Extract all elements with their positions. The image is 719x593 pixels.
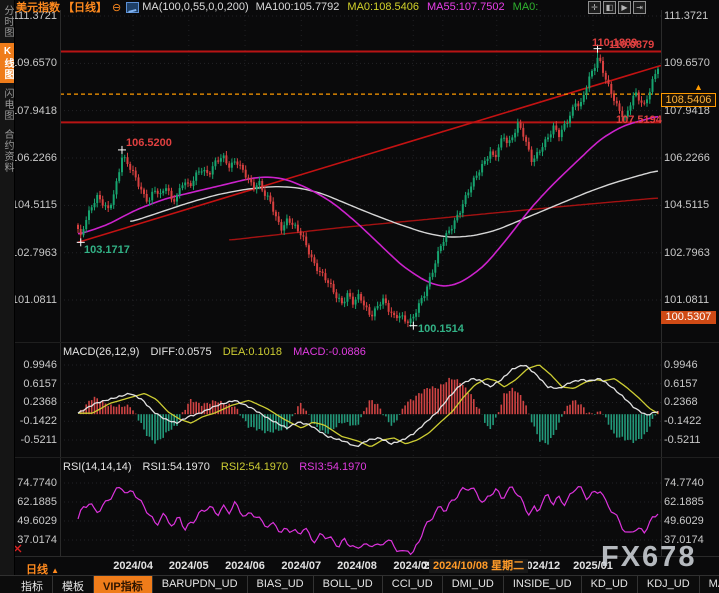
current-price-badge: 108.5406 (661, 93, 716, 107)
ma-value-label: MA55:107.7502 (427, 1, 505, 13)
price-tick-label: 102.7963 (664, 247, 719, 260)
rsi-header: RSI(14,14,14) RSI1:54.1970 RSI2:54.1970 … (63, 461, 367, 473)
panel-separator-rsi (14, 457, 719, 458)
low-price-badge: 100.5307 (661, 311, 716, 324)
date-tick-label: 2024/08 (329, 560, 385, 572)
bottom-toolbar: 指标模板VIP指标BARUPDN_UDBIAS_UDBOLL_UDCCI_UDD… (0, 575, 719, 593)
period-tag: 【日线】 (63, 0, 107, 15)
toolbar-item-VIP指标[interactable]: VIP指标 (94, 576, 153, 593)
macd-dea-value: DEA:0.1018 (223, 346, 282, 358)
sidebar-tab-合约资料[interactable]: 合约资料 (0, 126, 14, 176)
ma-value-label: MA0:108.5406 (347, 1, 419, 13)
macd-hist-value: MACD:-0.0886 (293, 346, 366, 358)
period-selector-arrow-icon: ▲ (51, 566, 59, 575)
rsi1-value: RSI1:54.1970 (143, 461, 210, 473)
price-tick-label: 101.0811 (664, 294, 719, 307)
sidebar-tab-闪电图[interactable]: 闪电图 (0, 85, 14, 124)
high-price-label: 110.1889 (592, 37, 637, 49)
panel-separator-macd (14, 342, 719, 343)
price-tick-label: 109.6570 (664, 57, 719, 70)
collapse-icon[interactable]: ⊖ (112, 1, 121, 14)
macd-header: MACD(26,12,9) DIFF:0.0575 DEA:0.1018 MAC… (63, 346, 366, 358)
chart-tool-icons: ✛◧▶⇥ (586, 1, 646, 14)
rsi-tick-label: 49.6029 (664, 515, 719, 528)
support-price-label: 107.5194 (616, 114, 662, 126)
toolbar-item-KDJUD[interactable]: KDJ_UD (638, 576, 700, 593)
toolbar-item-模板[interactable]: 模板 (53, 576, 94, 593)
symbol-title: 美元指数 (16, 0, 60, 15)
price-tick-label: 106.2266 (664, 152, 719, 165)
price-tick-label: 104.5115 (664, 199, 719, 212)
plot-right-border (661, 10, 662, 556)
toolbar-item-KDUD[interactable]: KD_UD (582, 576, 638, 593)
toolbar-item-MAUD[interactable]: MA_UD (700, 576, 719, 593)
april-peak-label: 106.5200 (126, 137, 172, 149)
macd-tick-label: -0.1422 (664, 415, 719, 428)
date-tick-label: 2024/04 (105, 560, 161, 572)
macd-title: MACD(26,12,9) (63, 346, 139, 358)
sidebar-tab-分时图[interactable]: 分时图 (0, 2, 14, 41)
date-tick-label: 2024/07 (273, 560, 329, 572)
rsi-tick-label: 74.7740 (664, 477, 719, 490)
rsi-tick-label: 62.1885 (664, 496, 719, 509)
rsi3-value: RSI3:54.1970 (299, 461, 366, 473)
indicator-chart-icon (126, 2, 139, 13)
toolbar-item-INSIDEUD[interactable]: INSIDE_UD (504, 576, 582, 593)
toolbar-item-指标[interactable]: 指标 (12, 576, 53, 593)
date-tick-label: 2024/05 (161, 560, 217, 572)
rsi-title: RSI(14,14,14) (63, 461, 131, 473)
bottom-low-label: 100.1514 (418, 323, 464, 335)
plot-left-border (60, 10, 61, 556)
ma-value-label: MA0: (513, 1, 539, 13)
price-marker-arrow-icon: ▲ (694, 82, 703, 92)
macd-diff-value: DIFF:0.0575 (150, 346, 211, 358)
start-low-label: 103.1717 (84, 244, 130, 256)
app-window: 分时图 K线图闪电图合约资料 美元指数 【日线】 ⊖ MA(100,0,55,0,… (0, 0, 719, 593)
rsi2-value: RSI2:54.1970 (221, 461, 288, 473)
expand-icon[interactable]: ⇥ (633, 1, 646, 14)
price-tick-label: 111.3721 (664, 10, 719, 23)
macd-tick-label: 0.6157 (664, 378, 719, 391)
split-left-icon[interactable]: ◧ (603, 1, 616, 14)
crosshair-date-badge: 2024/10/08 星期二 (429, 559, 528, 573)
toolbar-item-BARUPDNUD[interactable]: BARUPDN_UD (153, 576, 248, 593)
ma-settings-label: MA(100,0,55,0,0,200) (142, 1, 248, 13)
topbar: 美元指数 【日线】 ⊖ MA(100,0,55,0,0,200) MA100:1… (16, 0, 546, 14)
ma-value-label: MA100:105.7792 (256, 1, 340, 13)
macd-tick-label: -0.5211 (664, 434, 719, 447)
toolbar-item-BIASUD[interactable]: BIAS_UD (248, 576, 314, 593)
chart-canvas[interactable] (0, 0, 719, 593)
macd-tick-label: 0.2368 (664, 396, 719, 409)
date-tick-label: 2024/06 (217, 560, 273, 572)
toolbar-item-CCIUD[interactable]: CCI_UD (383, 576, 443, 593)
crosshair-icon[interactable]: ✛ (588, 1, 601, 14)
toolbar-item-BOLLUD[interactable]: BOLL_UD (314, 576, 383, 593)
split-right-icon[interactable]: ▶ (618, 1, 631, 14)
ma-values-group: MA100:105.7792 MA0:108.5406 MA55:107.7502 M… (256, 1, 547, 13)
toolbar-item-DMIUD[interactable]: DMI_UD (443, 576, 504, 593)
macd-tick-label: 0.9946 (664, 359, 719, 372)
sidebar-tab-K线图[interactable]: K线图 (0, 43, 14, 83)
left-sidebar: 分时图 K线图闪电图合约资料 (0, 0, 15, 575)
watermark: FX678 (601, 541, 696, 574)
